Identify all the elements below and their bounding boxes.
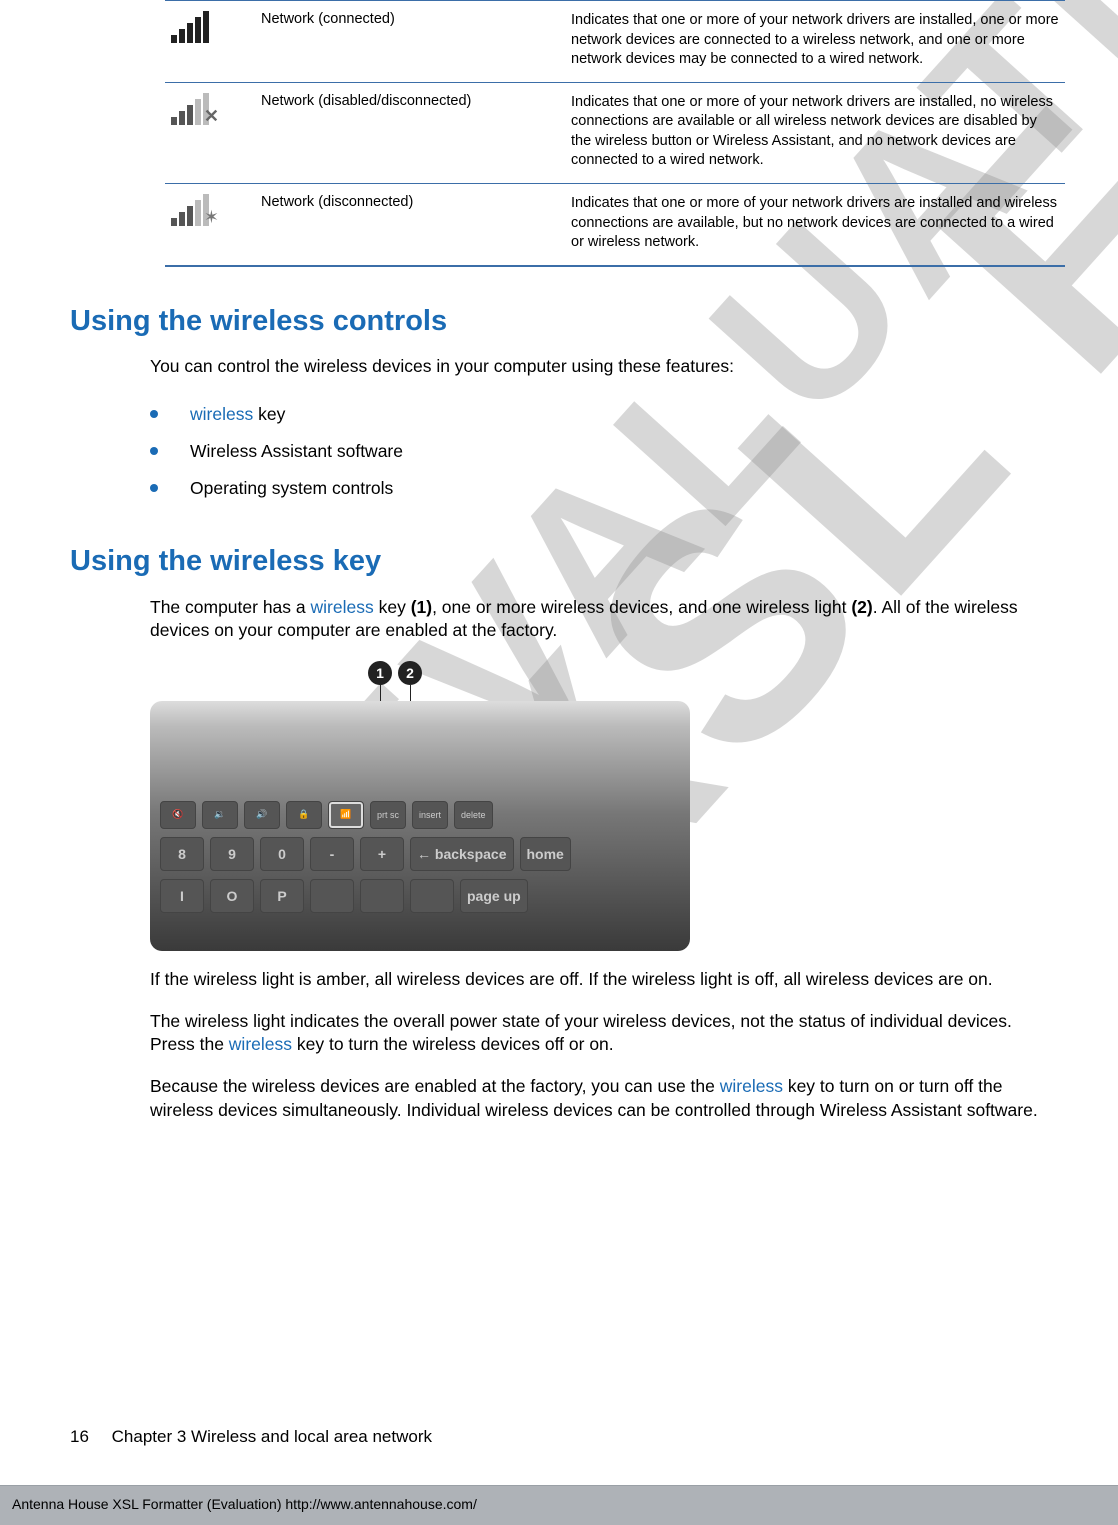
list-item: Operating system controls: [150, 470, 1048, 507]
section-heading-controls: Using the wireless controls: [70, 305, 1048, 338]
page-number: 16: [70, 1427, 89, 1446]
wireless-link[interactable]: wireless: [190, 404, 253, 424]
key: 9: [210, 837, 254, 871]
callout-bubbles: 1 2: [368, 661, 422, 685]
key: 🔒: [286, 801, 322, 829]
key: page up: [460, 879, 528, 913]
evaluation-bar: Antenna House XSL Formatter (Evaluation)…: [0, 1485, 1118, 1525]
text-run: key: [374, 597, 411, 617]
callout-number: 1: [368, 661, 392, 685]
key: [310, 879, 354, 913]
row-label: Network (disconnected): [255, 183, 565, 265]
row-description: Indicates that one or more of your netwo…: [565, 183, 1065, 265]
text-run: Because the wireless devices are enabled…: [150, 1076, 720, 1096]
paragraph: Because the wireless devices are enabled…: [150, 1075, 1048, 1122]
chapter-label: Chapter 3 Wireless and local area networ…: [112, 1427, 432, 1446]
text-run: key to turn the wireless devices off or …: [292, 1034, 614, 1054]
key: ← backspace: [410, 837, 514, 871]
paragraph: If the wireless light is amber, all wire…: [150, 968, 1048, 992]
wireless-link[interactable]: wireless: [720, 1076, 783, 1096]
key: I: [160, 879, 204, 913]
text-run: , one or more wireless devices, and one …: [432, 597, 851, 617]
key: [410, 879, 454, 913]
paragraph: The computer has a wireless key (1), one…: [150, 596, 1048, 643]
callout-ref: (1): [411, 597, 432, 617]
key: [360, 879, 404, 913]
key: P: [260, 879, 304, 913]
table-row: ✶ Network (disconnected) Indicates that …: [165, 183, 1065, 265]
list-text: key: [253, 404, 285, 424]
list-item: wireless key: [150, 396, 1048, 433]
section-heading-wireless-key: Using the wireless key: [70, 545, 1048, 578]
key: home: [520, 837, 571, 871]
key: 🔇: [160, 801, 196, 829]
key: insert: [412, 801, 448, 829]
signal-bars-disconnected-icon: ✶: [171, 194, 213, 224]
key: O: [210, 879, 254, 913]
row-description: Indicates that one or more of your netwo…: [565, 1, 1065, 83]
signal-bars-icon: [171, 11, 213, 41]
keyboard-body: 🔇 🔉 🔊 🔒 📶 prt sc insert delete 8 9 0 - +…: [150, 701, 690, 951]
row-label: Network (disabled/disconnected): [255, 82, 565, 183]
signal-bars-disabled-icon: ✕: [171, 93, 213, 123]
page-content: Network (connected) Indicates that one o…: [0, 0, 1118, 1122]
row-label: Network (connected): [255, 1, 565, 83]
keyboard-illustration: 1 2 🔇 🔉 🔊 🔒 📶 prt sc insert delete 8 9 0…: [150, 661, 690, 951]
key: 🔊: [244, 801, 280, 829]
table-row: ✕ Network (disabled/disconnected) Indica…: [165, 82, 1065, 183]
paragraph: The wireless light indicates the overall…: [150, 1010, 1048, 1057]
wireless-key: 📶: [328, 801, 364, 829]
feature-list: wireless key Wireless Assistant software…: [150, 396, 1048, 507]
row-description: Indicates that one or more of your netwo…: [565, 82, 1065, 183]
list-item: Wireless Assistant software: [150, 433, 1048, 470]
key: delete: [454, 801, 493, 829]
page-footer: 16 Chapter 3 Wireless and local area net…: [70, 1427, 432, 1447]
callout-number: 2: [398, 661, 422, 685]
table-row: Network (connected) Indicates that one o…: [165, 1, 1065, 83]
text-run: The computer has a: [150, 597, 311, 617]
key: 0: [260, 837, 304, 871]
intro-paragraph: You can control the wireless devices in …: [150, 355, 1048, 379]
key: prt sc: [370, 801, 406, 829]
wireless-link[interactable]: wireless: [311, 597, 374, 617]
key: +: [360, 837, 404, 871]
callout-ref: (2): [851, 597, 872, 617]
key: 8: [160, 837, 204, 871]
network-status-table: Network (connected) Indicates that one o…: [165, 0, 1065, 267]
key: -: [310, 837, 354, 871]
key: 🔉: [202, 801, 238, 829]
wireless-link[interactable]: wireless: [229, 1034, 292, 1054]
